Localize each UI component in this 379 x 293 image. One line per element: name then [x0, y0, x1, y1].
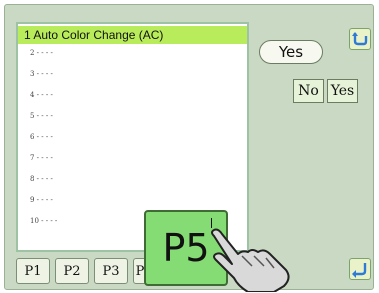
list-item[interactable]: 7 - - - -	[18, 149, 247, 168]
list-item-selected[interactable]: 1 Auto Color Change (AC)	[18, 26, 247, 44]
tab-p3[interactable]: P3	[94, 258, 128, 284]
return-button-bottom[interactable]	[349, 258, 371, 280]
return-arrow-icon	[352, 32, 368, 46]
list-item[interactable]: 9 - - - -	[18, 191, 247, 210]
tab-p1[interactable]: P1	[16, 258, 50, 284]
list-item[interactable]: 5 - - - -	[18, 107, 247, 126]
tab-p5-label: P5	[162, 226, 210, 270]
list-item[interactable]: 4 - - - -	[18, 86, 247, 105]
tab-p2[interactable]: P2	[55, 258, 89, 284]
screen: 1 Auto Color Change (AC) 2 - - - - 3 - -…	[0, 0, 379, 293]
no-button[interactable]: No	[293, 79, 324, 103]
yes-button[interactable]: Yes	[327, 79, 358, 103]
list-item[interactable]: 3 - - - -	[18, 65, 247, 84]
return-arrow-icon	[352, 263, 367, 278]
list-item[interactable]: 2 - - - -	[18, 44, 247, 63]
return-button-top[interactable]	[349, 28, 371, 50]
list-item[interactable]: 6 - - - -	[18, 128, 247, 147]
list-item[interactable]: 8 - - - -	[18, 170, 247, 189]
pointing-hand-icon	[211, 228, 290, 292]
current-value-display: Yes	[259, 40, 323, 64]
